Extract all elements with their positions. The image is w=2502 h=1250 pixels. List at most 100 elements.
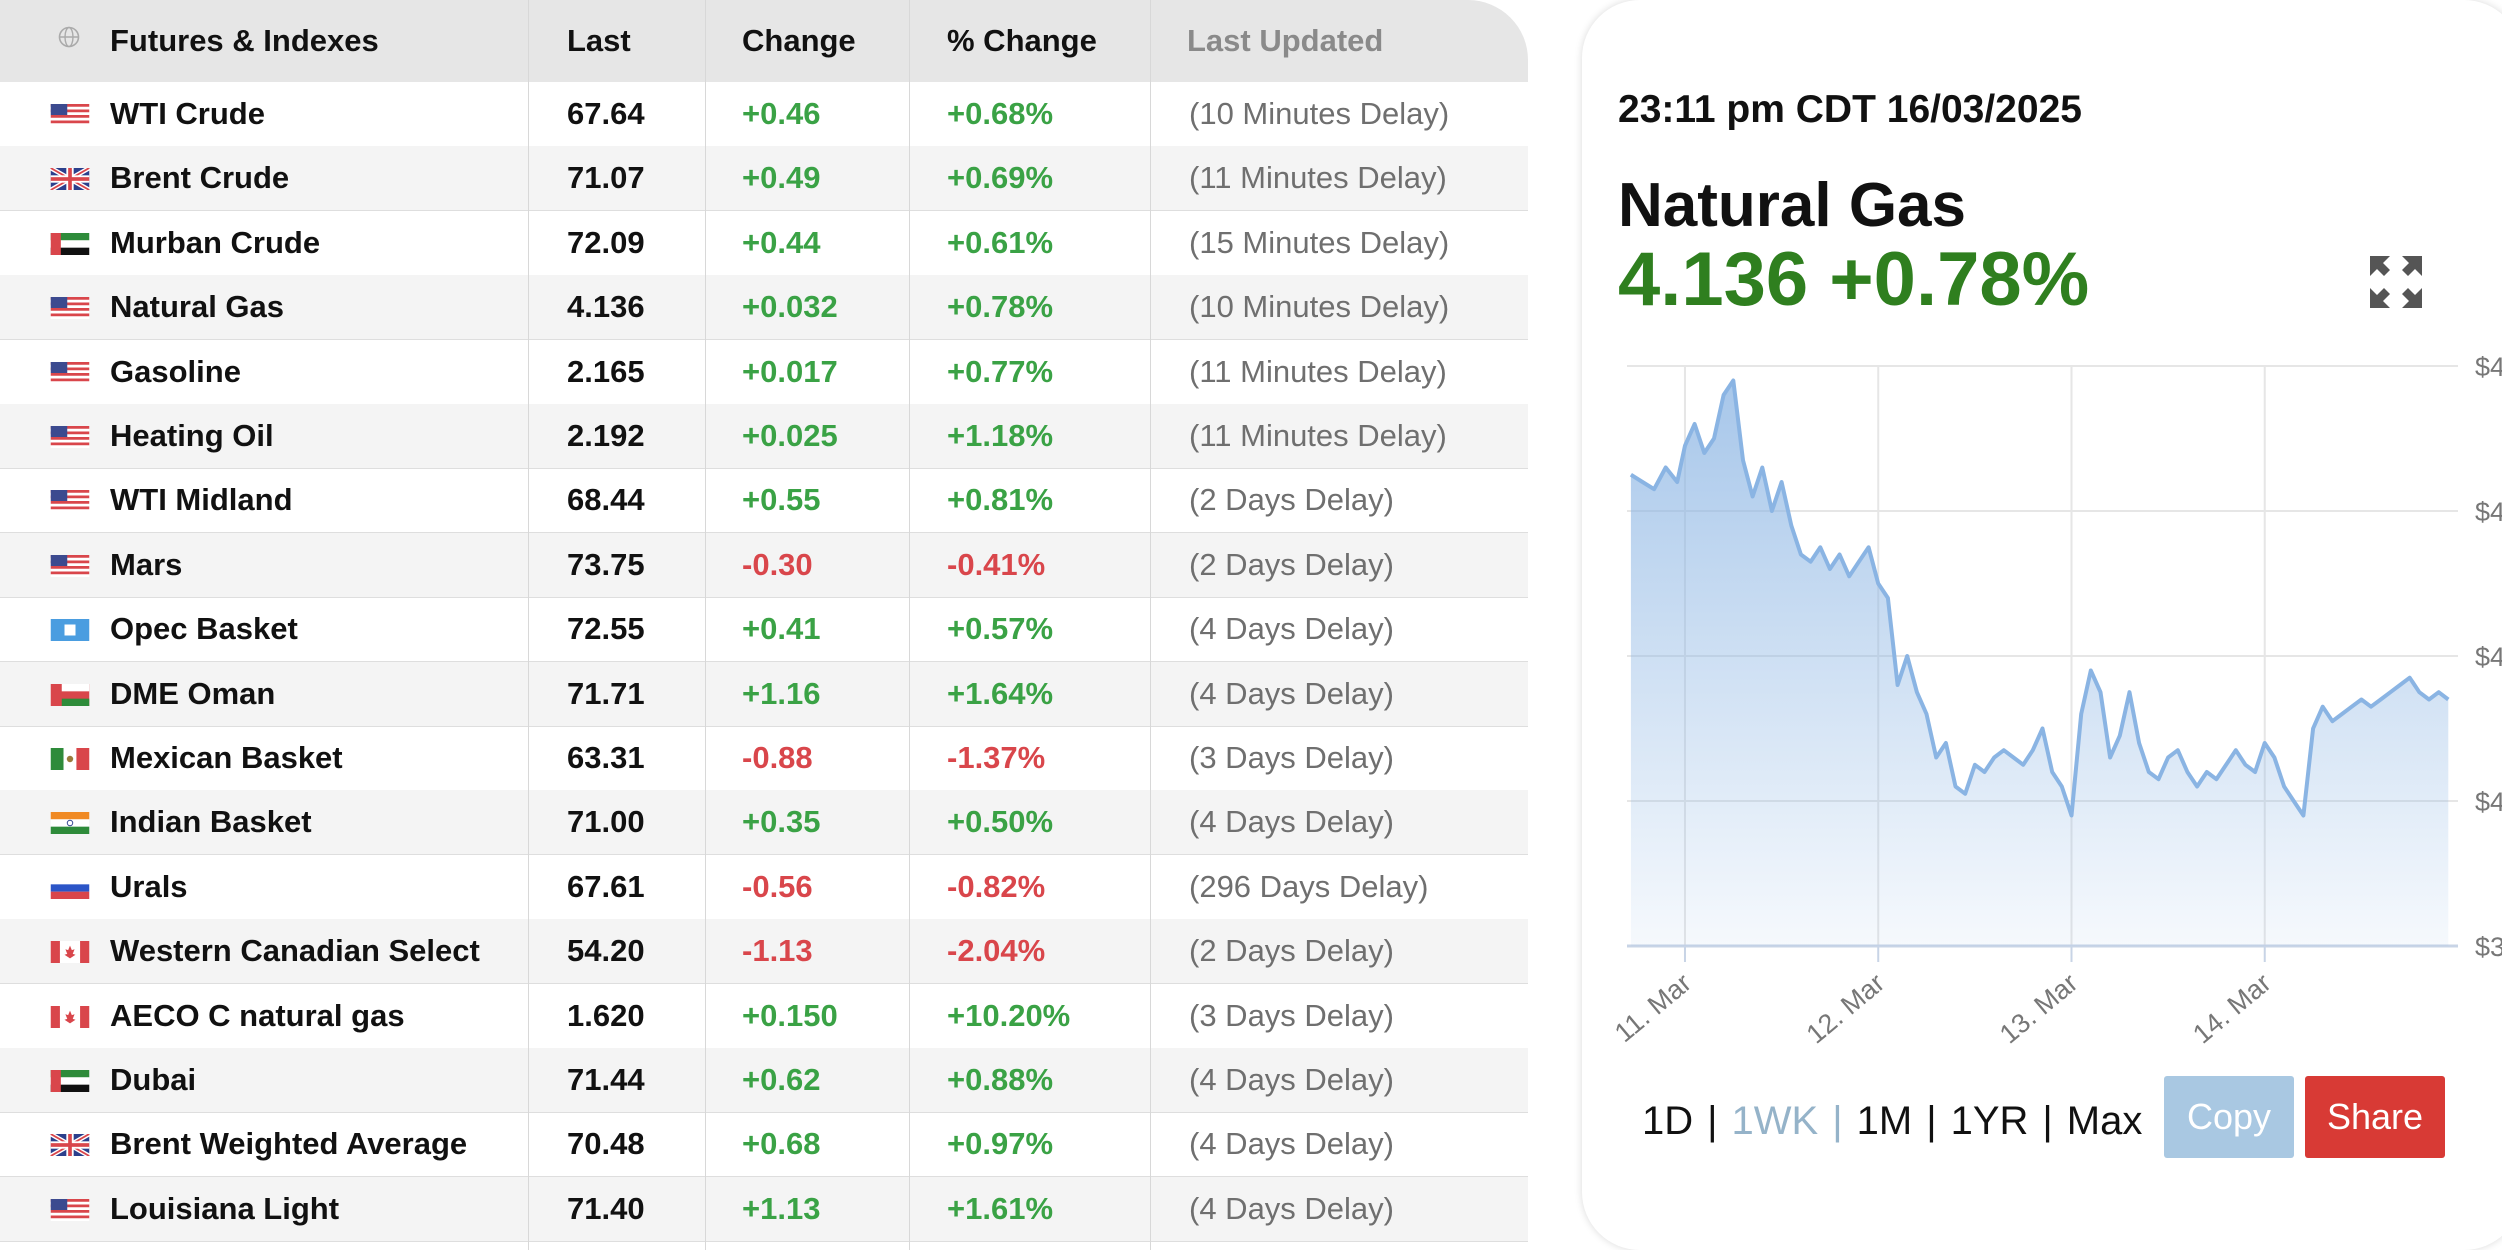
x-tick-label: 13. Mar	[1994, 968, 2083, 1050]
range-1d[interactable]: 1D	[1642, 1090, 1693, 1152]
last-price-cell: 4.136	[567, 289, 645, 325]
instrument-name-cell[interactable]: WTI Crude	[110, 82, 265, 146]
range-1m[interactable]: 1M	[1857, 1090, 1913, 1152]
last-price-cell: 2.192	[567, 418, 645, 453]
pct-change-cell: -0.82%	[947, 868, 1046, 904]
flag-icon	[50, 1198, 92, 1223]
pct-change-cell: +0.57%	[947, 611, 1054, 647]
table-row[interactable]: DME Oman 71.71 +1.16 +1.64% (4 Days Delay)	[0, 661, 1528, 727]
pct-change-cell: +1.64%	[947, 675, 1054, 711]
flag-icon	[49, 166, 92, 193]
expand-icon[interactable]	[2368, 254, 2424, 310]
copy-button[interactable]: Copy	[2164, 1076, 2294, 1158]
last-price-cell: 68.44	[567, 482, 645, 518]
instrument-name-cell[interactable]: Mexican Basket	[110, 726, 343, 790]
range-1yr[interactable]: 1YR	[1951, 1090, 2029, 1152]
change-cell: -1.13	[742, 933, 813, 969]
range-selector: 1D | 1WK | 1M | 1YR | Max	[1642, 1090, 2142, 1152]
last-updated-cell: (4 Days Delay)	[1189, 1126, 1394, 1162]
table-row[interactable]: WTI Midland 68.44 +0.55 +0.81% (2 Days Delay…	[0, 468, 1528, 534]
instrument-name-cell[interactable]: Indian Basket	[110, 790, 312, 854]
last-price-cell: 1.620	[567, 997, 645, 1033]
table-row[interactable]: Dubai 71.44 +0.62 +0.88% (4 Days Delay)	[0, 1048, 1528, 1113]
last-updated-cell: (4 Days Delay)	[1189, 675, 1394, 711]
pct-change-cell: +1.18%	[947, 418, 1054, 453]
last-updated-cell: (3 Days Delay)	[1189, 740, 1394, 775]
pct-change-cell: +0.61%	[947, 224, 1054, 260]
last-price-cell: 71.44	[567, 1062, 645, 1097]
table-row[interactable]: Urals 67.61 -0.56 -0.82% (296 Days Delay)	[0, 855, 1528, 920]
y-tick-label: $4.600	[2475, 352, 2502, 382]
price-chart[interactable]: $3.800 $4.000 $4.200 $4.400 $4.600 11. Mar 12.…	[1582, 340, 2502, 1060]
instrument-name-cell[interactable]: Brent Weighted Average	[110, 1112, 467, 1176]
instrument-name-cell[interactable]: Natural Gas	[110, 275, 284, 339]
futures-table: Futures & Indexes Last Change % Change L…	[0, 0, 1528, 1250]
table-row[interactable]: Opec Basket 72.55 +0.41 +0.57% (4 Days Delay…	[0, 597, 1528, 663]
pct-change-cell: +10.20%	[947, 997, 1071, 1033]
pct-change-cell: +0.78%	[947, 289, 1054, 325]
timestamp: 23:11 pm CDT 16/03/2025	[1618, 88, 2082, 131]
instrument-name-cell[interactable]: Brent Crude	[110, 146, 289, 210]
table-row[interactable]: Murban Crude 72.09 +0.44 +0.61% (15 Minutes …	[0, 211, 1528, 276]
pct-change-cell: +0.77%	[947, 353, 1054, 389]
flag-icon	[50, 232, 92, 257]
flag-icon	[50, 426, 92, 450]
y-tick-label: $3.800	[2475, 932, 2502, 962]
table-row[interactable]: Heating Oil 2.192 +0.025 +1.18% (11 Minutes …	[0, 404, 1528, 469]
last-price-cell: 70.48	[567, 1126, 645, 1162]
table-row[interactable]: Brent Weighted Average 70.48 +0.68 +0.97% (4…	[0, 1112, 1528, 1178]
table-row[interactable]: Louisiana Light 71.40 +1.13 +1.61% (4 Days D…	[0, 1176, 1528, 1242]
flag-icon	[50, 1070, 92, 1094]
header-change[interactable]: Change	[742, 0, 856, 82]
table-row[interactable]: Natural Gas 4.136 +0.032 +0.78% (10 Minutes …	[0, 275, 1528, 341]
instrument-name-cell[interactable]: Murban Crude	[110, 211, 320, 275]
table-row[interactable]: WTI Crude 67.64 +0.46 +0.68% (10 Minutes Del…	[0, 82, 1528, 147]
price-area	[1630, 380, 2449, 946]
table-row[interactable]: Gasoline 2.165 +0.017 +0.77% (11 Minutes Del…	[0, 340, 1528, 405]
instrument-name-cell[interactable]: AECO C natural gas	[110, 984, 405, 1048]
share-button[interactable]: Share	[2305, 1076, 2445, 1158]
table-row[interactable]: Mexican Basket 63.31 -0.88 -1.37% (3 Days De…	[0, 726, 1528, 791]
header-pct-change[interactable]: % Change	[947, 0, 1097, 82]
instrument-name-cell[interactable]: Dubai	[110, 1048, 196, 1112]
column-divider	[909, 0, 910, 1250]
y-tick-label: $4.400	[2475, 497, 2502, 527]
table-row[interactable]: AECO C natural gas 1.620 +0.150 +10.20% (3 D…	[0, 984, 1528, 1049]
flag-icon	[49, 1132, 92, 1159]
instrument-name-cell[interactable]: Louisiana Light	[110, 1177, 339, 1241]
instrument-name-cell[interactable]: DME Oman	[110, 662, 275, 726]
table-row[interactable]: Brent Crude 71.07 +0.49 +0.69% (11 Minutes D…	[0, 146, 1528, 212]
instrument-name-cell[interactable]: Heating Oil	[110, 404, 274, 468]
change-cell: +0.150	[742, 997, 838, 1033]
header-last[interactable]: Last	[567, 0, 631, 82]
table-row[interactable]: Western Canadian Select 54.20 -1.13 -2.04% (…	[0, 919, 1528, 985]
table-row[interactable]: Indian Basket 71.00 +0.35 +0.50% (4 Days Del…	[0, 790, 1528, 856]
flag-icon	[50, 1005, 92, 1030]
range-max[interactable]: Max	[2067, 1090, 2143, 1152]
instrument-name-cell[interactable]: Opec Basket	[110, 597, 298, 661]
change-cell: -0.30	[742, 546, 813, 582]
table-row[interactable]: Mars 73.75 -0.30 -0.41% (2 Days Delay)	[0, 532, 1528, 598]
range-1wk[interactable]: 1WK	[1732, 1090, 1819, 1152]
last-price-cell: 67.64	[567, 96, 645, 131]
last-price-cell: 2.165	[567, 353, 645, 389]
instrument-name-cell[interactable]: Mars	[110, 533, 182, 597]
instrument-name-cell[interactable]: Gasoline	[110, 340, 241, 404]
pct-change-cell: +1.61%	[947, 1190, 1054, 1226]
last-updated-cell: (3 Days Delay)	[1189, 997, 1394, 1033]
last-price-cell: 71.07	[567, 160, 645, 196]
instrument-name: Natural Gas	[1618, 171, 1967, 240]
last-price-cell: 54.20	[567, 933, 645, 969]
last-updated-cell: (4 Days Delay)	[1189, 1062, 1394, 1097]
x-tick-label: 12. Mar	[1801, 968, 1890, 1050]
last-price-cell: 71.00	[567, 804, 645, 840]
x-tick-label: 11. Mar	[1609, 968, 1697, 1049]
header-name[interactable]: Futures & Indexes	[110, 0, 379, 82]
instrument-name-cell[interactable]: Urals	[110, 855, 188, 919]
change-cell: +0.025	[742, 418, 838, 453]
last-updated-cell: (10 Minutes Delay)	[1189, 96, 1450, 131]
instrument-name-cell[interactable]: Western Canadian Select	[110, 919, 480, 983]
last-price-cell: 63.31	[567, 740, 645, 775]
instrument-name-cell[interactable]: WTI Midland	[110, 468, 293, 532]
pct-change-cell: +0.88%	[947, 1062, 1054, 1097]
